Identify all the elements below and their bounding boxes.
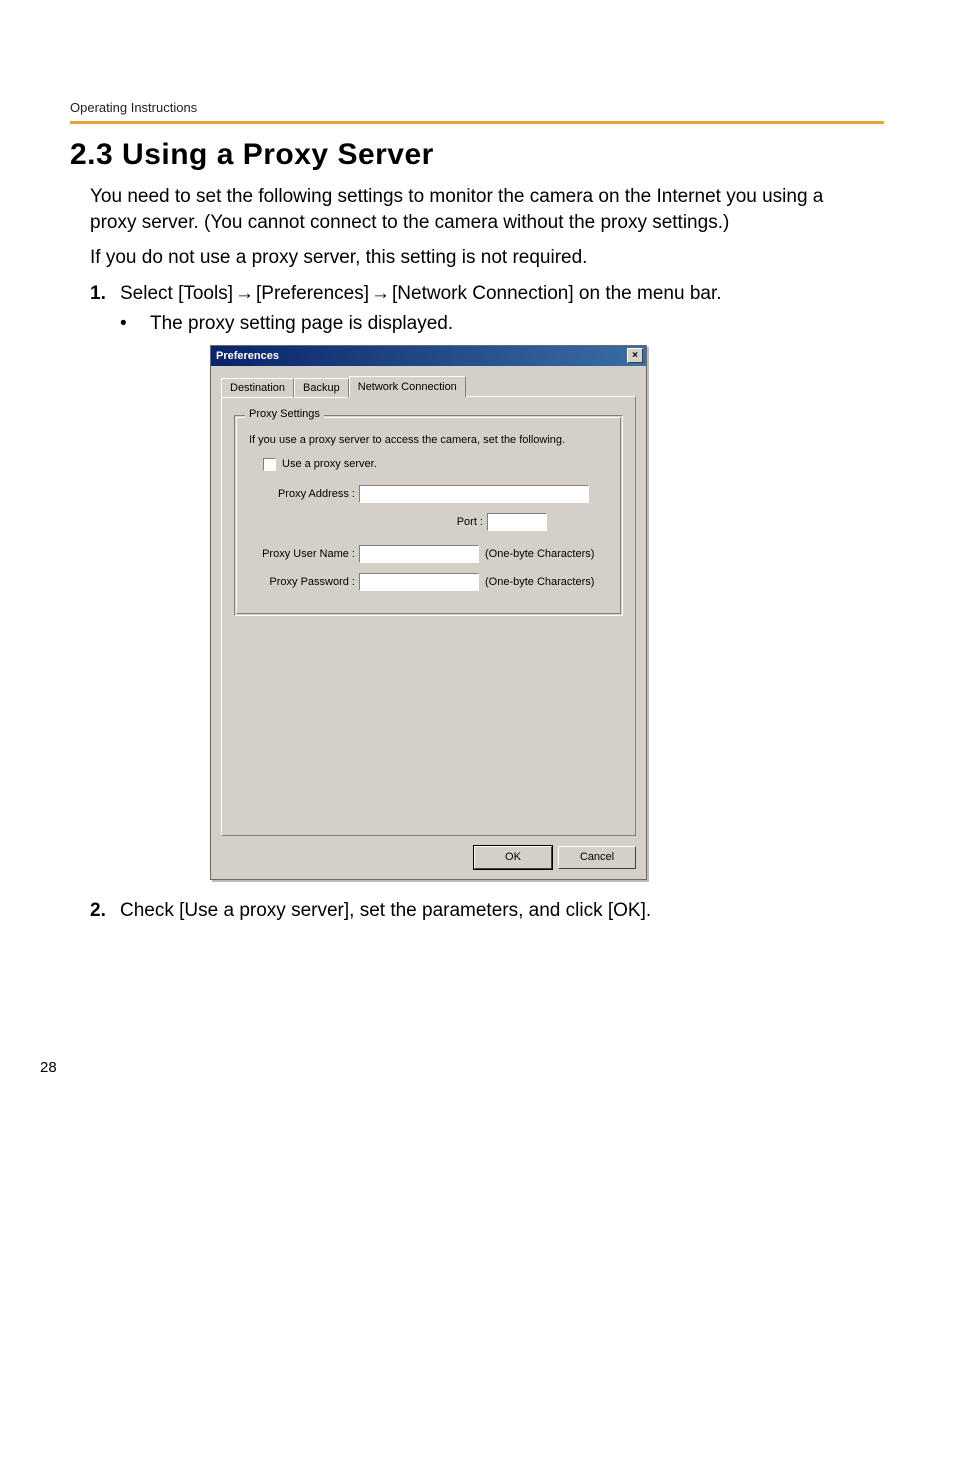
step-1-mid1: [Preferences] <box>256 283 369 304</box>
step-1-bullet: • The proxy setting page is displayed. <box>120 313 864 335</box>
step-1-bullet-text: The proxy setting page is displayed. <box>150 313 453 335</box>
port-label: Port : <box>247 516 487 528</box>
preferences-dialog: Preferences × Destination Backup Network… <box>210 345 647 880</box>
tab-row: Destination Backup Network Connection <box>221 376 636 397</box>
proxy-address-input[interactable] <box>359 485 589 503</box>
step-2-number: 2. <box>90 900 120 922</box>
bullet-icon: • <box>120 313 150 335</box>
use-proxy-label: Use a proxy server. <box>282 458 377 470</box>
group-legend: Proxy Settings <box>245 408 324 420</box>
tab-network-connection[interactable]: Network Connection <box>349 376 466 397</box>
dialog-title: Preferences <box>216 350 279 362</box>
proxy-user-label: Proxy User Name : <box>247 548 359 560</box>
tab-backup[interactable]: Backup <box>294 378 349 398</box>
intro-paragraph-1: You need to set the following settings t… <box>90 184 864 235</box>
tab-destination[interactable]: Destination <box>221 378 294 398</box>
proxy-password-input[interactable] <box>359 573 479 591</box>
proxy-address-label: Proxy Address : <box>247 488 359 500</box>
group-description: If you use a proxy server to access the … <box>247 434 610 446</box>
cancel-button[interactable]: Cancel <box>558 846 636 869</box>
use-proxy-checkbox[interactable] <box>263 458 276 471</box>
step-1-text: Select [Tools]→[Preferences]→[Network Co… <box>120 281 722 307</box>
intro-paragraph-2: If you do not use a proxy server, this s… <box>90 245 864 271</box>
password-hint: (One-byte Characters) <box>485 576 594 588</box>
step-2-text: Check [Use a proxy server], set the para… <box>120 898 651 924</box>
arrow-icon: → <box>371 281 390 307</box>
step-1: 1. Select [Tools]→[Preferences]→[Network… <box>90 281 864 307</box>
tab-page-network: Proxy Settings If you use a proxy server… <box>221 396 636 836</box>
arrow-icon: → <box>235 281 254 307</box>
proxy-user-input[interactable] <box>359 545 479 563</box>
user-hint: (One-byte Characters) <box>485 548 594 560</box>
page-number: 28 <box>0 929 954 1076</box>
close-icon[interactable]: × <box>627 348 643 363</box>
header-rule <box>70 121 884 124</box>
step-1-pre: Select [Tools] <box>120 283 233 304</box>
step-1-number: 1. <box>90 283 120 305</box>
proxy-password-label: Proxy Password : <box>247 576 359 588</box>
step-1-mid2: [Network Connection] on the menu bar. <box>392 283 722 304</box>
ok-button[interactable]: OK <box>474 846 552 869</box>
step-2: 2. Check [Use a proxy server], set the p… <box>90 898 864 924</box>
port-input[interactable] <box>487 513 547 531</box>
use-proxy-row[interactable]: Use a proxy server. <box>263 458 610 471</box>
proxy-settings-group: Proxy Settings If you use a proxy server… <box>234 415 623 616</box>
section-title: 2.3 Using a Proxy Server <box>70 138 884 172</box>
dialog-titlebar[interactable]: Preferences × <box>211 346 646 366</box>
running-head: Operating Instructions <box>70 100 884 121</box>
